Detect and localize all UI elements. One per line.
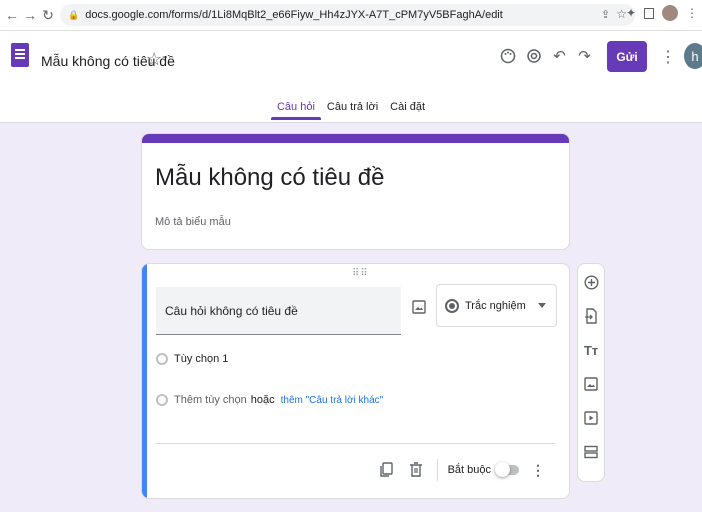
question-type-label: Trắc nghiệm — [465, 299, 526, 312]
profile-avatar-icon[interactable] — [662, 5, 678, 21]
avatar[interactable]: h — [684, 43, 702, 69]
url-text: docs.google.com/forms/d/1Li8MqBlt2_e66Fi… — [85, 9, 503, 21]
divider — [156, 443, 555, 444]
tab-settings[interactable]: Cài đặt — [384, 97, 431, 120]
floating-toolbar: Tт — [577, 263, 605, 482]
tab-responses[interactable]: Câu trả lời — [321, 97, 384, 120]
add-other-link[interactable]: thêm "Câu trả lời khác" — [281, 395, 384, 406]
import-questions-icon[interactable] — [583, 306, 599, 326]
or-text: hoặc — [250, 394, 275, 406]
add-section-icon[interactable] — [583, 442, 599, 462]
forward-icon[interactable]: → — [20, 5, 40, 25]
tab-questions[interactable]: Câu hỏi — [270, 97, 321, 120]
lock-icon: 🔒 — [68, 9, 80, 20]
option-row: Tùy chọn 1 — [156, 353, 228, 365]
forms-header: Mẫu không có tiêu đề ☆ ↶ ↷ Gửi ⋮ h Câu h… — [0, 31, 702, 123]
dropdown-arrow-icon — [538, 303, 546, 308]
browser-toolbar: ← → ↻ 🔒 docs.google.com/forms/d/1Li8MqBl… — [0, 0, 702, 31]
palette-icon[interactable] — [500, 47, 516, 65]
reload-icon[interactable]: ↻ — [38, 5, 58, 25]
radio-circle-icon — [156, 394, 168, 406]
add-option-row: Thêm tùy chọn hoặc thêm "Câu trả lời khá… — [156, 394, 383, 406]
question-title-input[interactable]: Câu hỏi không có tiêu đề — [156, 287, 401, 335]
duplicate-icon[interactable] — [377, 461, 395, 479]
form-description[interactable]: Mô tả biểu mẫu — [155, 216, 231, 228]
form-title[interactable]: Mẫu không có tiêu đề — [155, 164, 385, 192]
required-toggle[interactable] — [495, 462, 519, 477]
required-label: Bắt buộc — [447, 464, 491, 476]
back-icon[interactable]: ← — [2, 5, 22, 25]
add-title-icon[interactable]: Tт — [583, 340, 599, 360]
extensions-icon[interactable]: ✦ — [626, 6, 636, 20]
google-forms-logo-icon[interactable] — [11, 43, 29, 67]
add-image-icon[interactable] — [583, 374, 599, 394]
browser-menu-icon[interactable]: ⋮ — [686, 6, 698, 20]
redo-icon[interactable]: ↷ — [577, 47, 592, 65]
option-label[interactable]: Tùy chọn 1 — [174, 353, 228, 365]
undo-icon[interactable]: ↶ — [552, 47, 567, 65]
delete-trash-icon[interactable] — [407, 461, 425, 479]
address-bar[interactable]: 🔒 docs.google.com/forms/d/1Li8MqBlt2_e66… — [60, 4, 635, 26]
star-icon[interactable]: ☆ — [146, 49, 162, 70]
question-type-dropdown[interactable]: Trắc nghiệm — [436, 284, 557, 327]
drag-handle-icon[interactable]: ⠿⠿ — [352, 268, 369, 279]
image-icon[interactable] — [412, 300, 426, 314]
vertical-divider — [436, 459, 438, 481]
add-question-icon[interactable] — [583, 272, 599, 292]
more-options-icon[interactable]: ⋮ — [660, 47, 676, 67]
question-footer: Bắt buộc ⋮ — [365, 459, 545, 481]
question-card: ⠿⠿ Câu hỏi không có tiêu đề Trắc nghiệm … — [141, 263, 570, 499]
form-title-card: Mẫu không có tiêu đề Mô tả biểu mẫu — [141, 133, 570, 250]
form-tabs: Câu hỏi Câu trả lời Cài đặt — [0, 97, 702, 120]
add-video-icon[interactable] — [583, 408, 599, 428]
side-panel-icon[interactable] — [644, 7, 654, 19]
share-icon[interactable]: ⇪ — [601, 8, 610, 21]
add-option-input[interactable]: Thêm tùy chọn — [174, 394, 247, 406]
preview-eye-icon[interactable] — [526, 47, 542, 65]
radio-button-icon — [445, 298, 459, 313]
more-vert-icon[interactable]: ⋮ — [531, 462, 545, 479]
send-button[interactable]: Gửi — [607, 41, 647, 72]
radio-circle-icon — [156, 353, 168, 365]
